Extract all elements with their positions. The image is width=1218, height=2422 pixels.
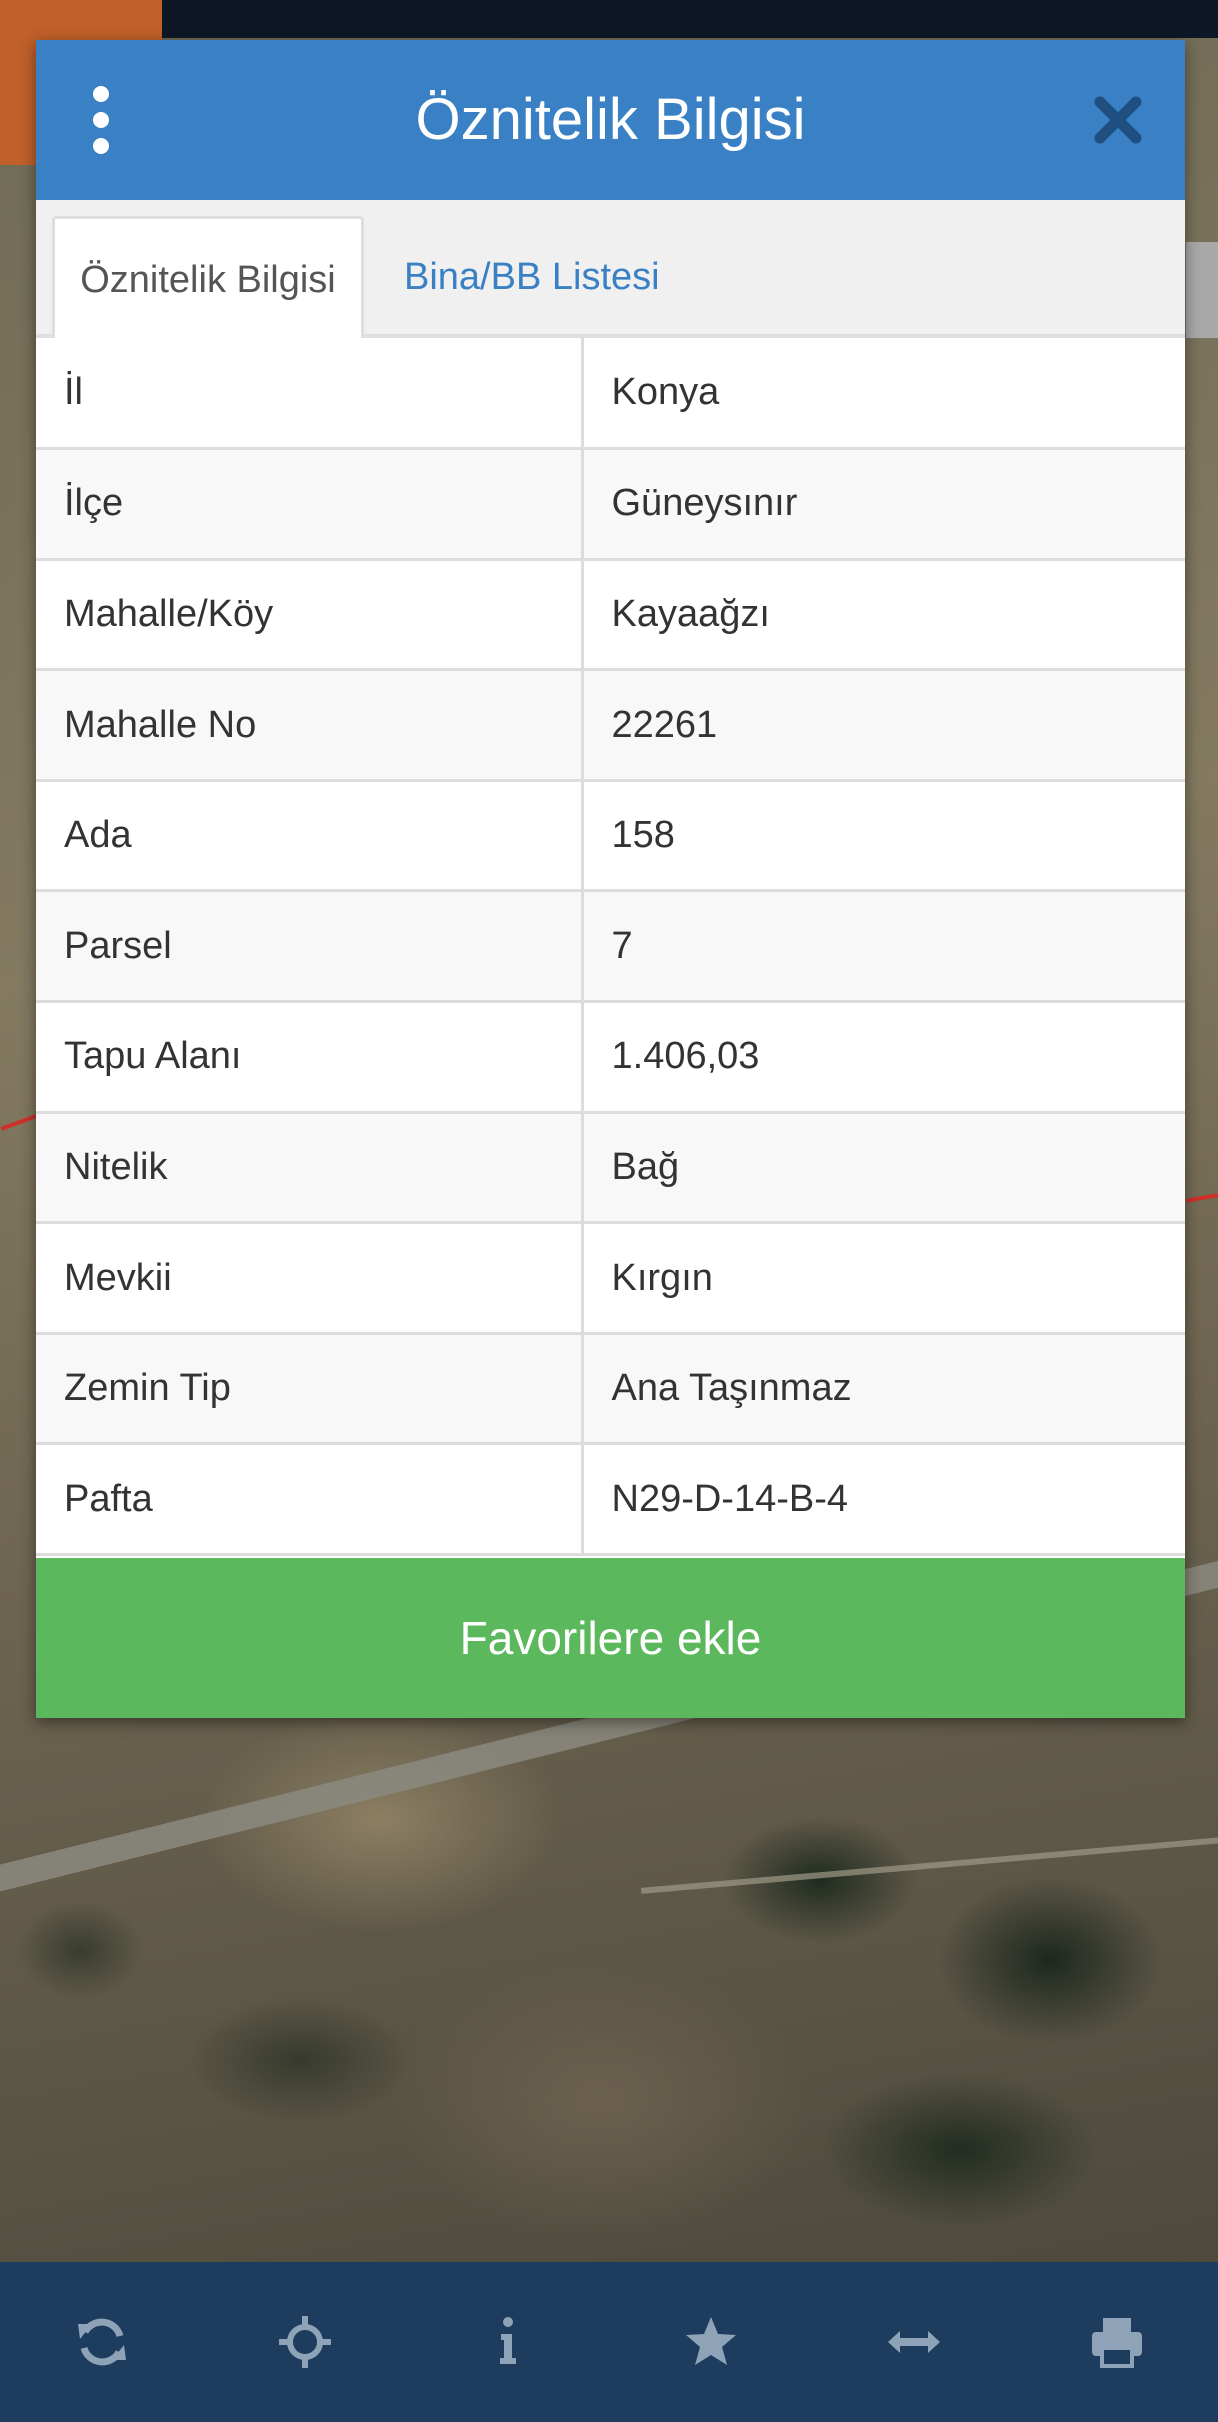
map-top-bar — [0, 0, 1218, 38]
table-row: Nitelik Bağ — [36, 1112, 1185, 1225]
favorites-button[interactable] — [609, 2262, 812, 2422]
locate-button[interactable] — [203, 2262, 406, 2422]
attribute-key: İl — [36, 338, 584, 451]
tab-bar: Öznitelik Bilgisi Bina/BB Listesi — [36, 200, 1185, 338]
measure-arrows-icon — [887, 2331, 940, 2353]
dialog-title: Öznitelik Bilgisi — [415, 87, 806, 152]
attribute-value: Güneysınır — [582, 448, 1185, 561]
menu-dot — [93, 138, 109, 154]
info-icon — [499, 2317, 516, 2364]
close-icon — [1094, 96, 1142, 144]
attribute-value: Kırgın — [582, 1222, 1185, 1335]
attribute-value: 158 — [582, 780, 1185, 893]
menu-dots-icon — [93, 86, 109, 102]
attribute-key: Zemin Tip — [36, 1333, 584, 1446]
table-row: Mevkii Kırgın — [36, 1222, 1185, 1335]
attribute-key: Pafta — [36, 1443, 584, 1557]
print-icon — [1091, 2318, 1142, 2368]
attribute-key: Mahalle/Köy — [36, 559, 584, 672]
attribute-value: N29-D-14-B-4 — [582, 1443, 1185, 1557]
refresh-icon — [77, 2318, 126, 2366]
attribute-value: 1.406,03 — [582, 1001, 1185, 1114]
attribute-key: Ada — [36, 780, 584, 893]
table-row: Parsel 7 — [36, 890, 1185, 1004]
close-button[interactable] — [1088, 90, 1148, 150]
print-button[interactable] — [1015, 2262, 1218, 2422]
attribute-value: 22261 — [582, 669, 1185, 782]
dialog-header: Öznitelik Bilgisi — [36, 40, 1185, 200]
bottom-toolbar — [0, 2262, 1218, 2422]
menu-dot — [93, 112, 109, 128]
table-row: Zemin Tip Ana Taşınmaz — [36, 1333, 1185, 1446]
tab-building-list[interactable]: Bina/BB Listesi — [376, 216, 688, 338]
attribute-dialog: Öznitelik Bilgisi Öznitelik Bilgisi Bina… — [36, 40, 1185, 1718]
map-path — [640, 1832, 1218, 1894]
info-button[interactable] — [406, 2262, 609, 2422]
crosshair-icon — [278, 2316, 331, 2368]
table-row: Mahalle No 22261 — [36, 669, 1185, 782]
measure-button[interactable] — [812, 2262, 1015, 2422]
attribute-key: Parsel — [36, 890, 584, 1004]
table-row: Mahalle/Köy Kayaağzı — [36, 559, 1185, 672]
attribute-key: Mahalle No — [36, 669, 584, 782]
table-row: İl Konya — [36, 338, 1185, 451]
add-favorite-button[interactable]: Favorilere ekle — [36, 1558, 1185, 1718]
attribute-value: Kayaağzı — [582, 559, 1185, 672]
table-row: İlçe Güneysınır — [36, 448, 1185, 561]
table-row: Pafta N29-D-14-B-4 — [36, 1443, 1185, 1557]
attribute-key: İlçe — [36, 448, 584, 561]
attribute-value: Konya — [582, 338, 1185, 451]
attribute-value: 7 — [582, 890, 1185, 1004]
table-row: Tapu Alanı 1.406,03 — [36, 1001, 1185, 1114]
attribute-key: Nitelik — [36, 1112, 584, 1225]
attribute-table: İl Konya İlçe Güneysınır Mahalle/Köy Kayaağzı… — [36, 338, 1185, 1557]
attribute-value: Bağ — [582, 1112, 1185, 1225]
attribute-key: Mevkii — [36, 1222, 584, 1335]
attribute-key: Tapu Alanı — [36, 1001, 584, 1114]
attribute-value: Ana Taşınmaz — [582, 1333, 1185, 1446]
tab-attribute-info[interactable]: Öznitelik Bilgisi — [52, 216, 364, 338]
menu-dots-button[interactable] — [76, 86, 126, 154]
map-side-tab[interactable] — [1186, 242, 1218, 338]
refresh-button[interactable] — [0, 2262, 203, 2422]
table-row: Ada 158 — [36, 780, 1185, 893]
star-icon — [685, 2317, 736, 2365]
